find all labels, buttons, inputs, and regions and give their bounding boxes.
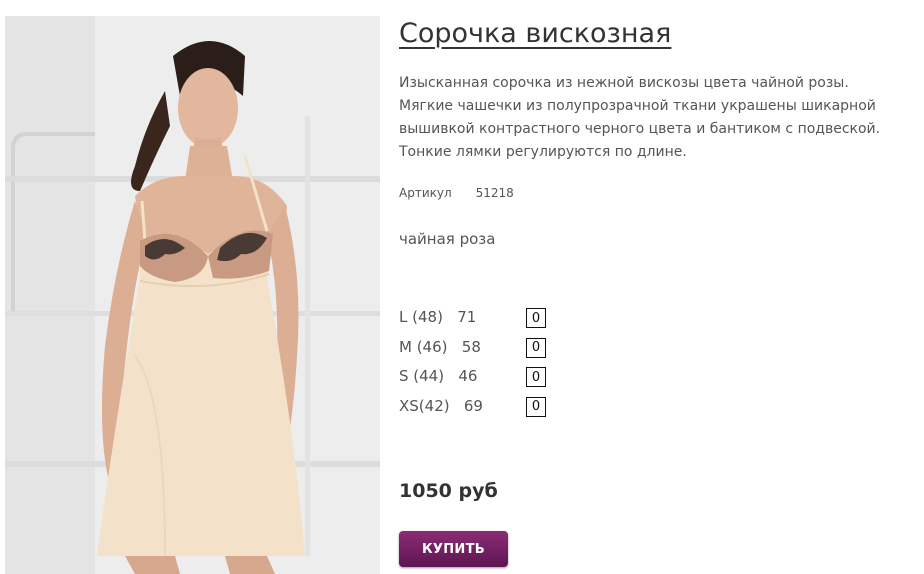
quantity-input[interactable]: [526, 337, 546, 358]
size-row: S (44) 46: [399, 365, 559, 395]
product-price: 1050 руб: [399, 480, 498, 502]
product-description: Изысканная сорочка из нежной вискозы цве…: [399, 75, 881, 160]
size-label: L (48) 71: [399, 308, 477, 326]
quantity-input[interactable]: [526, 396, 546, 417]
product-info: Сорочка вискозная Изысканная сорочка из …: [399, 16, 899, 567]
size-row: L (48) 71: [399, 306, 559, 336]
product-photo: [5, 16, 380, 574]
product-title[interactable]: Сорочка вискозная: [399, 16, 899, 52]
size-label: XS(42) 69: [399, 396, 483, 415]
article-row: Артикул 51218: [399, 186, 899, 204]
size-row: XS(42) 69: [399, 395, 559, 425]
size-label: S (44) 46: [399, 367, 478, 385]
article-value: 51218: [475, 186, 514, 200]
quantity-input[interactable]: [526, 308, 546, 328]
size-row: M (46) 58: [399, 336, 559, 366]
size-label: M (46) 58: [399, 337, 481, 356]
color-name: чайная роза: [399, 230, 496, 248]
quantity-input[interactable]: [526, 367, 546, 387]
buy-button[interactable]: КУПИТЬ: [399, 531, 508, 567]
article-label: Артикул: [399, 186, 452, 200]
size-list: L (48) 71 M (46) 58 S (44) 46 XS(42) 69: [399, 306, 559, 424]
product-photo-illustration: [5, 16, 380, 574]
